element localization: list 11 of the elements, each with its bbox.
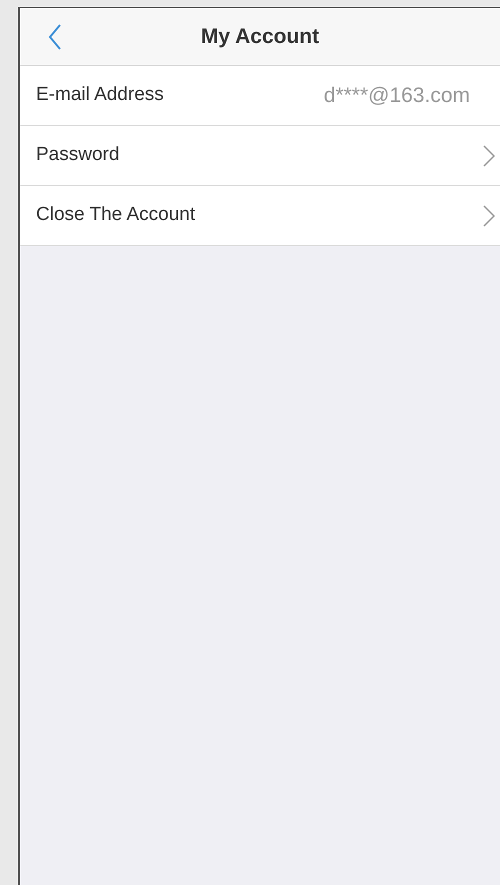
settings-row[interactable]: Password	[20, 126, 500, 186]
row-value: d****@163.com	[324, 82, 470, 109]
chevron-right-icon	[483, 204, 495, 226]
row-label: E-mail Address	[36, 83, 164, 108]
settings-row[interactable]: E-mail Address d****@163.com	[20, 66, 500, 126]
back-chevron-icon	[48, 24, 62, 50]
settings-row[interactable]: Close The Account	[20, 186, 500, 246]
chevron-right-icon	[483, 144, 495, 166]
row-label: Password	[36, 143, 120, 168]
row-label: Close The Account	[36, 203, 196, 228]
page-title: My Account	[200, 24, 320, 50]
